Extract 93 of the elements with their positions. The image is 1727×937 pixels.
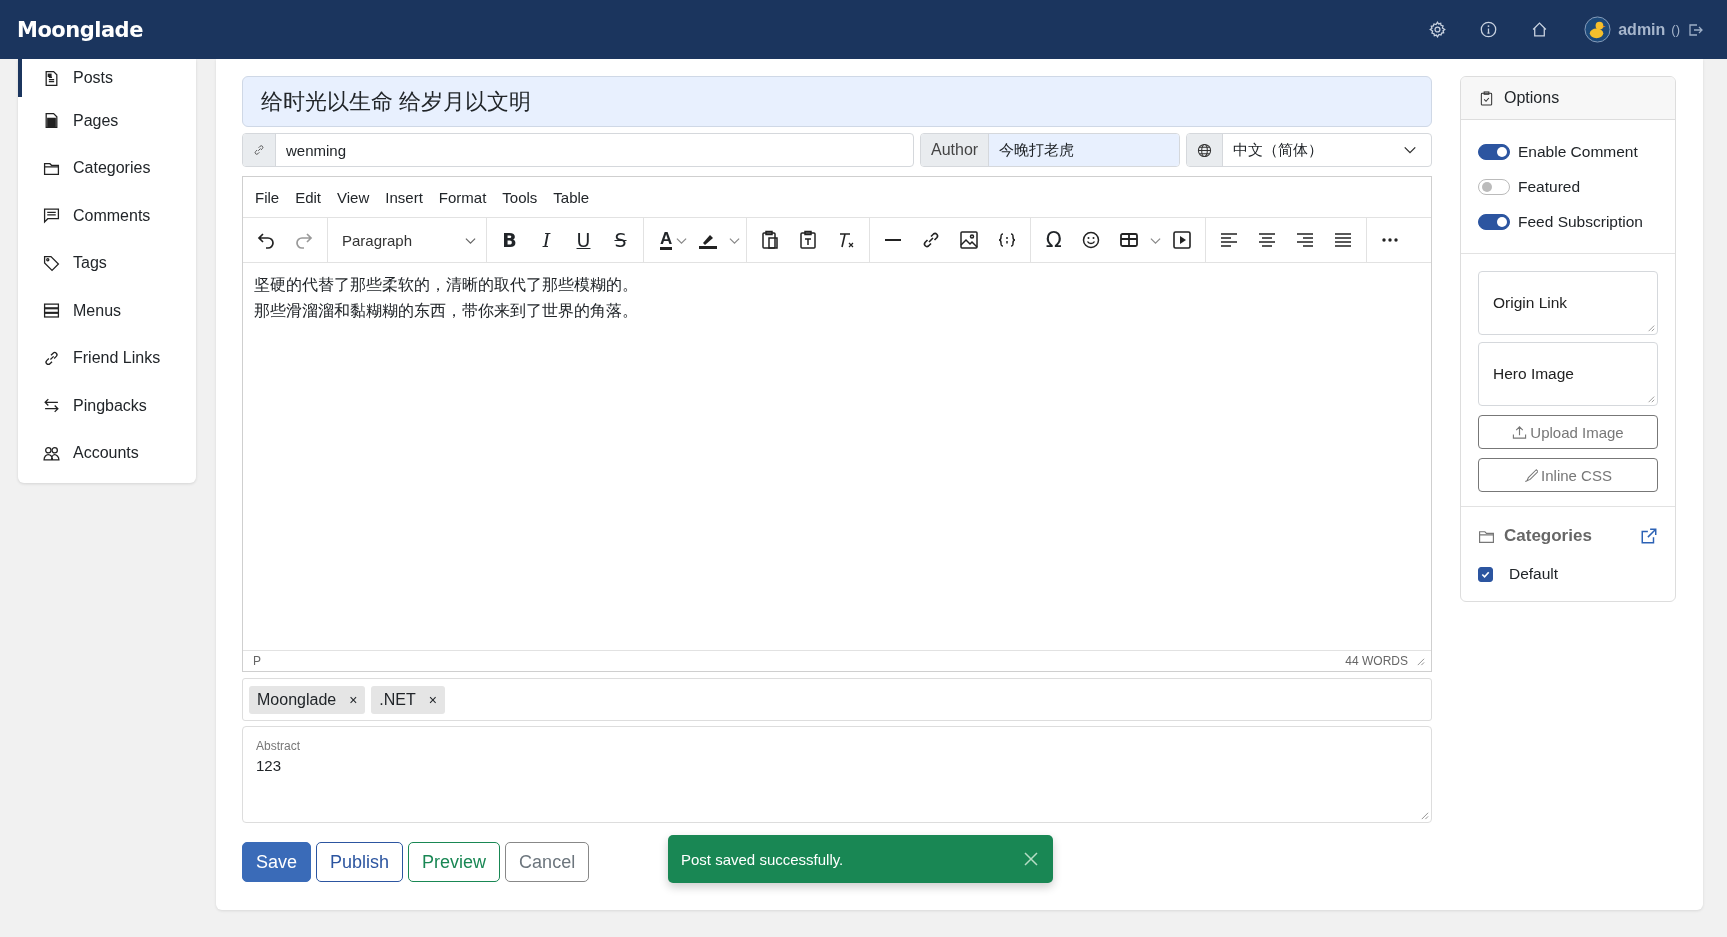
block-format-dropdown[interactable]: Paragraph — [334, 231, 480, 249]
sidebar-item[interactable]: Accounts — [18, 429, 196, 477]
sidebar-item[interactable]: Posts — [18, 59, 196, 97]
language-select[interactable]: 中文（简体） — [1186, 133, 1432, 167]
abstract-value: 123 — [256, 757, 283, 774]
abstract-field[interactable]: Abstract 123 — [242, 726, 1432, 823]
element-path[interactable]: P — [253, 654, 261, 668]
document-icon — [43, 69, 60, 87]
toggle-label: Enable Comment — [1518, 142, 1638, 161]
settings-icon[interactable] — [1429, 21, 1447, 38]
stack-icon — [43, 302, 60, 320]
menu-item[interactable]: View — [329, 188, 378, 206]
editor-paragraph: 坚硬的代替了那些柔软的，清晰的取代了那些模糊的。 — [254, 275, 639, 295]
sidebar-label: Pages — [73, 111, 119, 130]
special-character-button[interactable]: Ω — [1037, 228, 1071, 252]
tags-field[interactable]: Moonglade × .NET × — [242, 678, 1432, 721]
action-button[interactable]: Save — [242, 842, 312, 882]
sidebar-item[interactable]: Friend Links — [18, 334, 196, 382]
upload-image-button[interactable]: Upload Image — [1478, 415, 1658, 449]
logout-icon[interactable] — [1688, 21, 1704, 38]
resize-handle-icon[interactable] — [1420, 811, 1429, 820]
action-button[interactable]: Preview — [408, 842, 501, 882]
sidebar-item[interactable]: Menus — [18, 287, 196, 335]
format-button[interactable]: I — [530, 229, 563, 251]
hero-image-field[interactable]: Hero Image — [1478, 342, 1658, 406]
action-button[interactable]: Publish — [316, 842, 404, 882]
external-link-icon[interactable] — [1640, 527, 1658, 545]
tag-label: .NET — [379, 690, 416, 709]
info-icon[interactable] — [1480, 21, 1498, 38]
word-count[interactable]: 44 WORDS — [1345, 654, 1408, 668]
resize-handle-icon[interactable] — [1647, 395, 1655, 403]
tag-remove-button[interactable]: × — [428, 691, 437, 708]
sidebar-item[interactable]: Comments — [18, 192, 196, 240]
action-button[interactable]: Cancel — [505, 842, 590, 882]
toggle-switch[interactable] — [1478, 143, 1510, 160]
categories-title: Categories — [1504, 526, 1592, 546]
globe-icon — [1197, 142, 1212, 158]
people-icon — [43, 444, 60, 462]
slug-field[interactable]: wenming — [242, 133, 914, 167]
duck-avatar-icon[interactable] — [1584, 16, 1612, 43]
sidebar-label: Menus — [73, 301, 122, 320]
sidebar-item[interactable]: Pingbacks — [18, 382, 196, 430]
toggle-switch[interactable] — [1478, 213, 1510, 230]
toggle-switch[interactable] — [1478, 178, 1510, 195]
toggle-label: Feed Subscription — [1518, 212, 1643, 231]
menu-item[interactable]: File — [247, 188, 288, 206]
panel-title: Options — [1504, 89, 1560, 107]
tag-label: Moonglade — [257, 690, 337, 709]
sidebar-label: Tags — [73, 254, 107, 273]
inline-css-button[interactable]: Inline CSS — [1478, 458, 1658, 492]
sidebar-item[interactable]: Tags — [18, 239, 196, 287]
menu-item[interactable]: Tools — [494, 188, 546, 206]
sidebar-label: Pingbacks — [73, 396, 147, 415]
home-icon[interactable] — [1531, 21, 1549, 38]
toast-message: Post saved successfully. — [681, 850, 844, 868]
link-icon — [253, 144, 265, 156]
sidebar-label: Comments — [73, 206, 151, 225]
user-info: () — [1671, 22, 1680, 37]
sidebar-label: Friend Links — [73, 349, 161, 368]
format-button[interactable]: B — [493, 229, 526, 251]
resize-handle-icon[interactable] — [1416, 656, 1425, 666]
sidebar-label: Categories — [73, 159, 151, 178]
clipboard-check-icon — [1479, 90, 1494, 106]
toggle-label: Featured — [1518, 177, 1581, 196]
sidebar-label: Accounts — [73, 444, 139, 463]
checkbox[interactable] — [1478, 566, 1493, 582]
title-field[interactable]: 给时光以生命 给岁月以文明 — [242, 76, 1432, 127]
arrows-icon — [43, 397, 60, 415]
pen-icon — [1524, 468, 1539, 482]
category-label: Default — [1509, 565, 1559, 583]
editor-paragraph: 那些滑溜溜和黏糊糊的东西，带你来到了世界的角落。 — [254, 301, 639, 321]
brand-logo[interactable]: Moonglade — [17, 17, 143, 42]
menu-item[interactable]: Table — [545, 188, 598, 206]
menu-item[interactable]: Format — [430, 188, 495, 206]
upload-icon — [1512, 424, 1528, 440]
tag-icon — [43, 254, 60, 272]
menu-item[interactable]: Insert — [377, 188, 431, 206]
sidebar-label: Posts — [73, 69, 113, 87]
close-icon[interactable] — [1023, 851, 1039, 867]
sidebar-item[interactable]: Pages — [18, 97, 196, 145]
origin-link-field[interactable]: Origin Link — [1478, 271, 1658, 335]
abstract-label: Abstract — [256, 739, 301, 753]
format-button[interactable]: U — [567, 229, 600, 251]
resize-handle-icon[interactable] — [1647, 324, 1655, 332]
menu-item[interactable]: Edit — [287, 188, 330, 206]
user-name[interactable]: admin — [1618, 20, 1666, 39]
link-icon — [43, 349, 60, 367]
tag-remove-button[interactable]: × — [349, 691, 358, 708]
format-button[interactable]: S — [604, 229, 637, 251]
sidebar-item[interactable]: Categories — [18, 144, 196, 192]
text-color-button[interactable]: A — [660, 230, 673, 250]
comment-icon — [43, 207, 60, 225]
page-icon — [43, 112, 60, 130]
